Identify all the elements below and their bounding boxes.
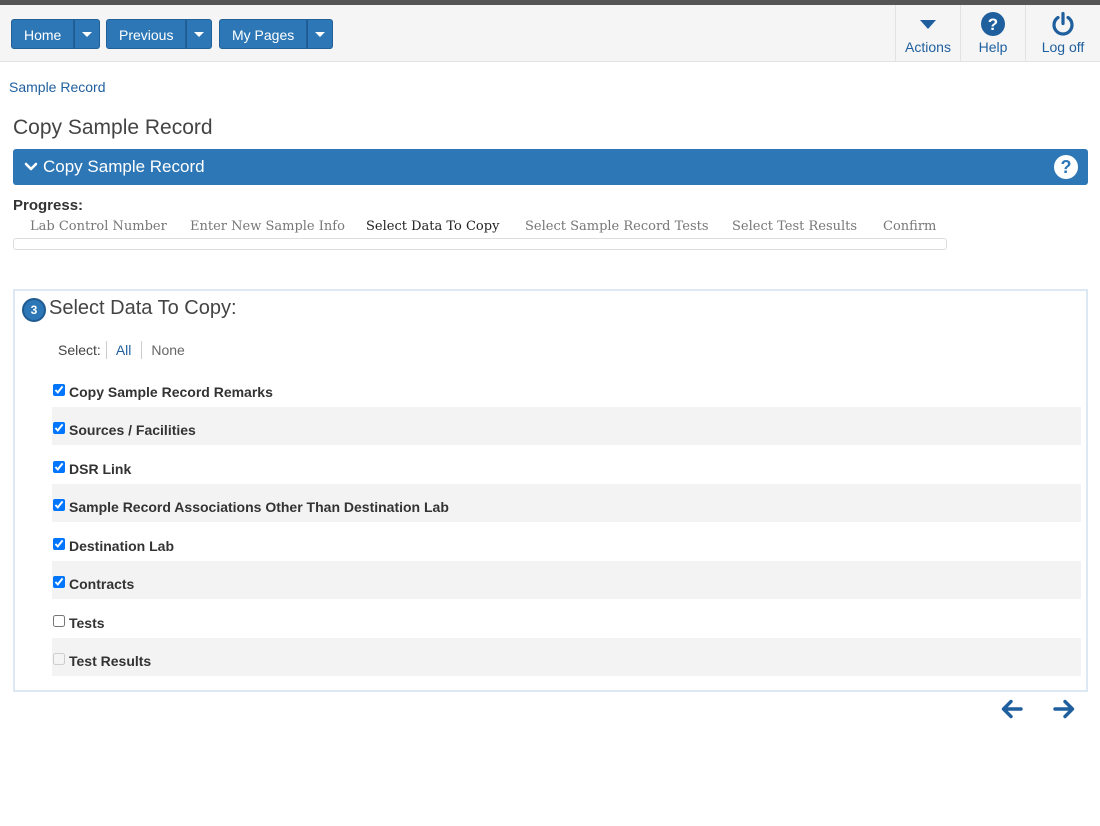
progress-step-select-test-results: Select Test Results bbox=[732, 219, 858, 234]
arrow-right-icon bbox=[1052, 699, 1076, 724]
test-results-checkbox[interactable] bbox=[53, 653, 65, 665]
mypages-dropdown-toggle[interactable] bbox=[307, 19, 334, 49]
mypages-button[interactable]: My Pages bbox=[219, 19, 308, 49]
destination-lab-label[interactable]: Destination Lab bbox=[69, 538, 174, 554]
previous-button[interactable]: Previous bbox=[106, 19, 187, 49]
select-none-link[interactable]: None bbox=[151, 342, 184, 358]
option-row: Sample Record Associations Other Than De… bbox=[52, 484, 1081, 522]
question-circle-icon: ? bbox=[961, 11, 1025, 37]
progress-step-lab-control-number: Lab Control Number bbox=[30, 219, 167, 234]
associations-checkbox[interactable] bbox=[53, 499, 65, 511]
dsr-link-label[interactable]: DSR Link bbox=[69, 461, 131, 477]
option-row: Copy Sample Record Remarks bbox=[52, 369, 1081, 407]
option-row: DSR Link bbox=[52, 446, 1081, 484]
divider bbox=[105, 341, 107, 359]
associations-label[interactable]: Sample Record Associations Other Than De… bbox=[69, 499, 449, 515]
caret-down-icon bbox=[315, 31, 326, 37]
panel-title: Copy Sample Record bbox=[43, 157, 205, 176]
logoff-link[interactable]: Log off bbox=[1025, 5, 1100, 61]
contracts-label[interactable]: Contracts bbox=[69, 576, 134, 592]
panel-header[interactable]: Copy Sample Record ? bbox=[13, 149, 1088, 185]
copy-remarks-label[interactable]: Copy Sample Record Remarks bbox=[69, 384, 273, 400]
contracts-checkbox[interactable] bbox=[53, 576, 65, 588]
progress-step-confirm: Confirm bbox=[883, 219, 937, 234]
power-icon bbox=[1026, 11, 1100, 37]
next-button[interactable] bbox=[1052, 698, 1076, 720]
help-link[interactable]: ? Help bbox=[960, 5, 1025, 61]
caret-down-icon bbox=[194, 31, 205, 37]
destination-lab-checkbox[interactable] bbox=[53, 538, 65, 550]
step-number-badge: 3 bbox=[22, 298, 46, 322]
test-results-label[interactable]: Test Results bbox=[69, 653, 151, 669]
previous-button-group: Previous bbox=[106, 19, 213, 49]
copy-remarks-checkbox[interactable] bbox=[53, 384, 65, 396]
caret-down-icon bbox=[896, 11, 960, 37]
sources-facilities-checkbox[interactable] bbox=[53, 422, 65, 434]
select-label: Select: bbox=[58, 342, 101, 358]
dsr-link-checkbox[interactable] bbox=[53, 461, 65, 473]
select-all-link[interactable]: All bbox=[116, 342, 132, 358]
progress-label: Progress: bbox=[13, 197, 84, 214]
tests-checkbox[interactable] bbox=[53, 615, 65, 627]
actions-menu[interactable]: Actions bbox=[895, 5, 960, 61]
caret-down-icon bbox=[82, 31, 93, 37]
progress-bar bbox=[13, 238, 947, 250]
progress-step-select-sample-record-tests: Select Sample Record Tests bbox=[525, 219, 709, 234]
mypages-button-group: My Pages bbox=[219, 19, 334, 49]
option-row: Test Results bbox=[52, 638, 1081, 676]
previous-dropdown-toggle[interactable] bbox=[186, 19, 213, 49]
arrow-left-icon bbox=[1000, 699, 1024, 724]
breadcrumb-sample-record[interactable]: Sample Record bbox=[9, 79, 106, 95]
progress-step-enter-new-sample-info: Enter New Sample Info bbox=[190, 219, 345, 234]
select-controls: Select: All None bbox=[58, 341, 185, 359]
option-row: Destination Lab bbox=[52, 523, 1081, 561]
select-data-section: 3 Select Data To Copy: Select: All None … bbox=[13, 289, 1088, 692]
divider bbox=[141, 341, 143, 359]
chevron-down-icon bbox=[24, 160, 38, 178]
actions-label: Actions bbox=[905, 39, 951, 55]
option-row: Tests bbox=[52, 600, 1081, 638]
option-row: Contracts bbox=[52, 561, 1081, 599]
svg-text:?: ? bbox=[988, 15, 998, 34]
home-dropdown-toggle[interactable] bbox=[74, 19, 101, 49]
question-circle-icon[interactable]: ? bbox=[1054, 155, 1078, 179]
tests-label[interactable]: Tests bbox=[69, 615, 105, 631]
progress-step-select-data-to-copy: Select Data To Copy bbox=[366, 219, 500, 234]
back-button[interactable] bbox=[1000, 698, 1024, 720]
sources-facilities-label[interactable]: Sources / Facilities bbox=[69, 422, 196, 438]
home-button[interactable]: Home bbox=[11, 19, 75, 49]
help-label: Help bbox=[978, 39, 1008, 55]
page-title: Copy Sample Record bbox=[13, 116, 213, 139]
home-button-group: Home bbox=[11, 19, 101, 49]
top-navbar: Home Previous My Pages Actions ? Help Lo… bbox=[0, 5, 1100, 62]
section-title: Select Data To Copy: bbox=[49, 297, 237, 319]
option-row: Sources / Facilities bbox=[52, 407, 1081, 445]
logoff-label: Log off bbox=[1041, 39, 1085, 55]
